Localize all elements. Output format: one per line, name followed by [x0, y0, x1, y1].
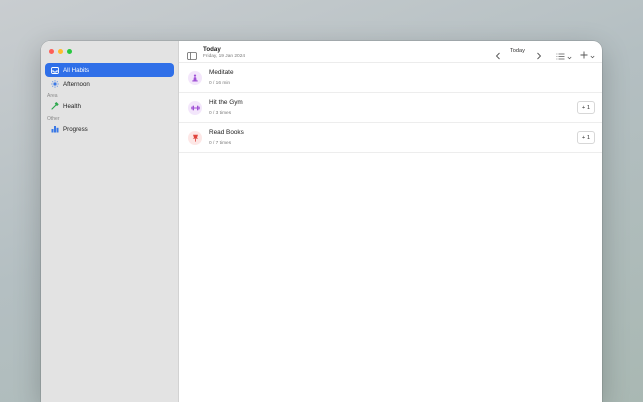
sidebar: All Habits Afternoon Area Health Other P…	[41, 41, 179, 402]
sidebar-item-health[interactable]: Health	[45, 99, 174, 113]
add-habit-button[interactable]	[580, 46, 595, 64]
chevron-down-icon	[590, 46, 595, 64]
minimize-window-button[interactable]	[58, 49, 63, 54]
sidebar-item-label: All Habits	[63, 66, 90, 74]
hammer-icon	[50, 102, 59, 110]
habit-row-hit-the-gym[interactable]: Hit the Gym 0 / 3 times + 1	[179, 93, 602, 123]
plus-icon	[580, 46, 588, 64]
habit-row-read-books[interactable]: Read Books 0 / 7 times + 1	[179, 123, 602, 153]
meditate-icon	[188, 71, 202, 85]
increment-button[interactable]: + 1	[577, 101, 595, 114]
sidebar-item-label: Progress	[63, 125, 88, 133]
bar-chart-icon	[50, 125, 59, 133]
sun-icon	[50, 80, 59, 88]
sidebar-item-afternoon[interactable]: Afternoon	[45, 77, 174, 91]
sidebar-item-label: Health	[63, 102, 81, 110]
habit-progress: 0 / 3 times	[209, 111, 232, 116]
sidebar-item-all-habits[interactable]: All Habits	[45, 63, 174, 77]
increment-button[interactable]: + 1	[577, 131, 595, 144]
toolbar: Today Friday, 19 Jan 2024 Today	[179, 41, 602, 63]
habit-name: Meditate	[209, 69, 234, 76]
window-controls	[49, 49, 72, 54]
habit-progress: 0 / 7 times	[209, 141, 232, 146]
app-window: All Habits Afternoon Area Health Other P…	[41, 41, 602, 402]
chevron-right-icon	[536, 47, 542, 64]
page-date: Friday, 19 Jan 2024	[203, 54, 246, 59]
zoom-window-button[interactable]	[67, 49, 72, 54]
habit-name: Hit the Gym	[209, 99, 243, 106]
pin-icon	[188, 131, 202, 145]
habit-row-meditate[interactable]: Meditate 0 / 16 min	[179, 63, 602, 93]
close-window-button[interactable]	[49, 49, 54, 54]
today-button[interactable]: Today	[510, 48, 525, 54]
habit-progress: 0 / 16 min	[209, 81, 231, 86]
tray-icon	[50, 66, 59, 74]
chevron-left-icon	[495, 47, 501, 64]
dumbbell-icon	[188, 101, 202, 115]
title-block: Today Friday, 19 Jan 2024	[203, 46, 245, 59]
sidebar-item-progress[interactable]: Progress	[45, 122, 174, 136]
page-title: Today	[203, 46, 221, 53]
habit-name: Read Books	[209, 129, 244, 136]
main-content: Today Friday, 19 Jan 2024 Today Meditate…	[179, 41, 602, 402]
sidebar-item-label: Afternoon	[63, 80, 90, 88]
